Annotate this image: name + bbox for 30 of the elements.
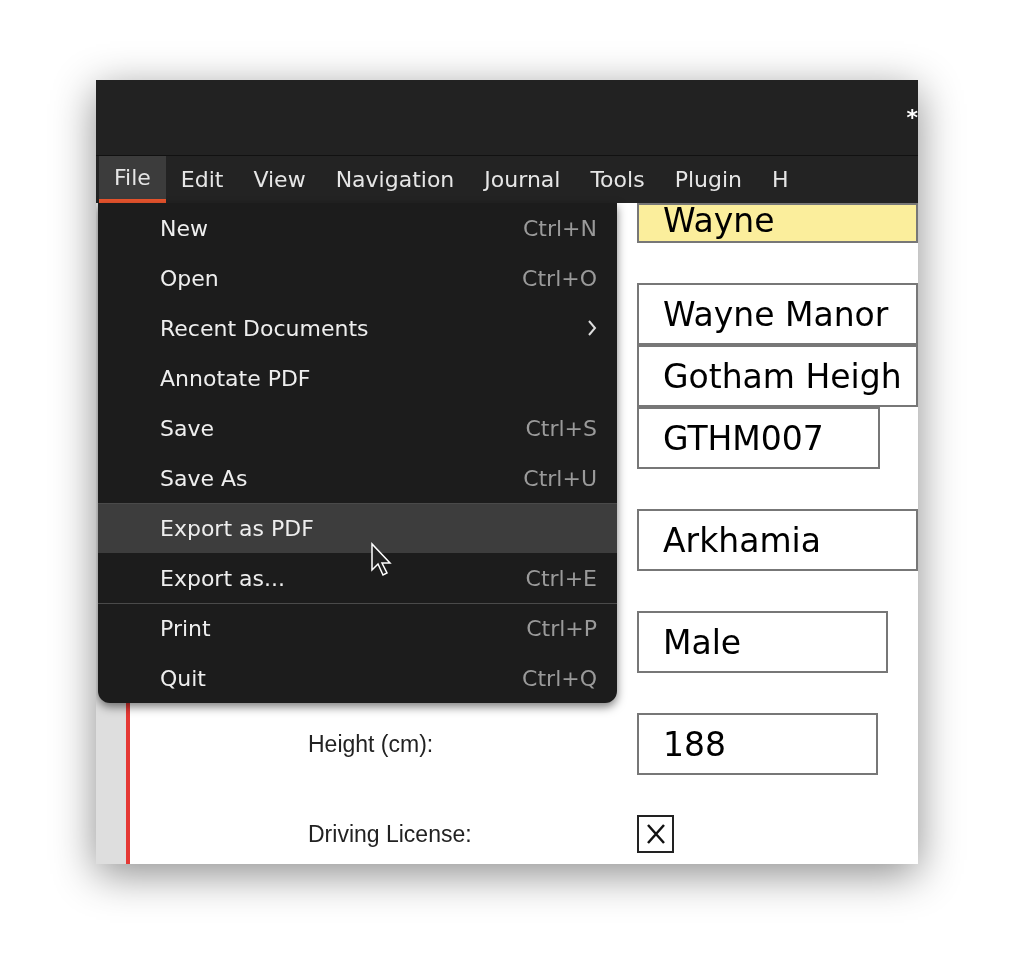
menu-bar-item[interactable]: H (756, 156, 804, 203)
text-field[interactable]: Wayne (637, 203, 918, 243)
menu-bar-item[interactable]: Edit (165, 156, 239, 203)
text-field[interactable]: GTHM007 (637, 407, 880, 469)
menu-bar-item[interactable]: Tools (575, 156, 660, 203)
menu-bar-item[interactable]: Navigation (320, 156, 470, 203)
menu-item[interactable]: Save As Ctrl+U (98, 453, 617, 503)
field-label: Driving License: (308, 820, 472, 847)
text-field[interactable]: Gotham Heigh (637, 345, 918, 407)
checkbox[interactable] (637, 815, 674, 853)
text-field[interactable]: Wayne Manor (637, 283, 918, 345)
text-field[interactable]: Arkhamia (637, 509, 918, 571)
x-mark-icon (644, 822, 667, 846)
window-title: * (906, 104, 918, 132)
menu-bar-item[interactable]: File (99, 156, 166, 203)
menu-bar-item[interactable]: Plugin (659, 156, 757, 203)
menu-item[interactable]: Export as... Ctrl+E (98, 553, 617, 603)
menu-item[interactable]: Annotate PDF (98, 353, 617, 403)
menu-item[interactable]: New Ctrl+N (98, 203, 617, 253)
menu-item[interactable]: Quit Ctrl+Q (98, 653, 617, 703)
mouse-pointer-icon (370, 542, 394, 578)
menu-bar-item[interactable]: Journal (469, 156, 576, 203)
menu-item[interactable]: Open Ctrl+O (98, 253, 617, 303)
field-label: Height (cm): (308, 730, 434, 757)
text-field[interactable]: Male (637, 611, 888, 673)
text-field[interactable]: 188 (637, 713, 878, 775)
menu-item[interactable]: Save Ctrl+S (98, 403, 617, 453)
menu-item[interactable]: Recent Documents (98, 303, 617, 353)
menu-item[interactable]: Print Ctrl+P (98, 603, 617, 653)
menu-bar-item[interactable]: View (238, 156, 321, 203)
